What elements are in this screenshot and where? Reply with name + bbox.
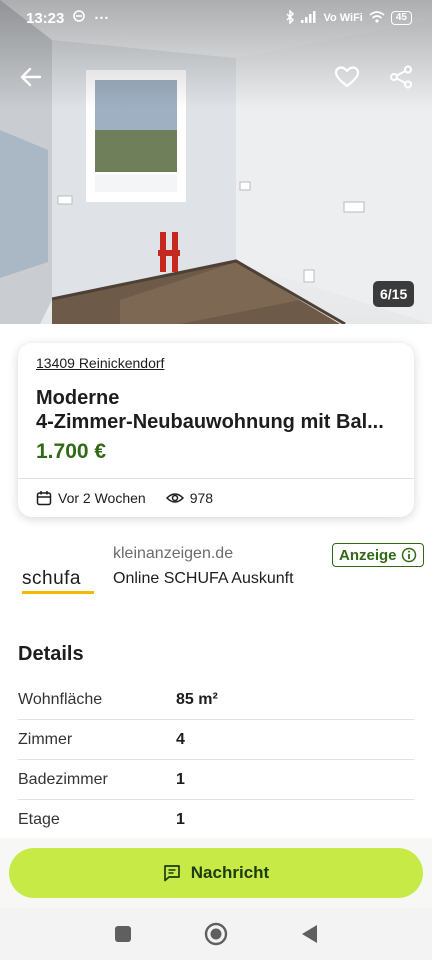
detail-value: 85 m² (176, 690, 218, 708)
message-icon (163, 865, 180, 882)
arrow-left-icon (20, 67, 42, 87)
heart-icon (334, 66, 360, 88)
recents-square-icon[interactable] (114, 925, 132, 943)
info-icon (401, 547, 416, 563)
notification-icon (72, 9, 86, 27)
sponsored-ad[interactable]: schufa kleinanzeigen.de Online SCHUFA Au… (0, 540, 432, 600)
details-table: Wohnfläche 85 m² Zimmer 4 Badezimmer 1 E… (18, 680, 414, 840)
location-link[interactable]: 13409 Reinickendorf (36, 355, 164, 371)
eye-icon (165, 492, 184, 503)
listing-title: Moderne 4-Zimmer-Neubauwohnung mit Bal..… (36, 386, 396, 434)
bottom-action-area: Nachricht (0, 838, 432, 908)
listing-title-line-2: 4-Zimmer-Neubauwohnung mit Bal... (36, 411, 384, 433)
detail-value: 1 (176, 770, 185, 788)
vowifi-label: Vo WiFi (323, 12, 363, 24)
detail-value: 4 (176, 730, 185, 748)
detail-label: Wohnfläche (18, 690, 103, 708)
schufa-logo-bar (22, 591, 94, 594)
detail-label: Etage (18, 810, 60, 828)
posted-date: Vor 2 Wochen (58, 489, 146, 506)
favorite-button[interactable] (330, 60, 364, 94)
view-count: 978 (189, 489, 214, 506)
message-button[interactable]: Nachricht (9, 848, 423, 898)
schufa-logo: schufa (22, 568, 94, 594)
message-button-label: Nachricht (190, 863, 270, 882)
room-photo-illustration (0, 0, 432, 324)
detail-label: Badezimmer (18, 770, 108, 788)
system-nav-bar (0, 908, 432, 960)
battery-indicator: 45 (390, 11, 412, 25)
ad-badge-label: Anzeige (339, 546, 397, 564)
listing-photo[interactable]: 13:23 ··· Vo WiFi 45 6/15 (0, 0, 432, 324)
detail-row: Wohnfläche 85 m² (18, 680, 414, 720)
status-time: 13:23 (26, 9, 65, 27)
status-bar: 13:23 ··· Vo WiFi 45 (0, 0, 432, 36)
detail-label: Zimmer (18, 730, 73, 748)
listing-title-line-1: Moderne (36, 387, 120, 409)
more-notifications: ··· (94, 9, 110, 27)
home-circle-icon[interactable] (204, 922, 228, 946)
calendar-icon (36, 490, 52, 505)
back-triangle-icon[interactable] (300, 924, 318, 944)
listing-card: 13409 Reinickendorf Moderne 4-Zimmer-Neu… (18, 343, 414, 517)
detail-value: 1 (176, 810, 185, 828)
signal-icon (301, 10, 317, 26)
share-button[interactable] (384, 60, 418, 94)
listing-price: 1.700 € (36, 440, 107, 463)
detail-row: Zimmer 4 (18, 720, 414, 760)
ad-domain: kleinanzeigen.de (113, 545, 234, 562)
bluetooth-icon (285, 8, 295, 27)
back-button[interactable] (14, 60, 48, 94)
share-icon (390, 65, 412, 89)
detail-row: Etage 1 (18, 800, 414, 840)
details-heading: Details (18, 643, 84, 665)
wifi-icon (369, 10, 385, 26)
ad-title[interactable]: Online SCHUFA Auskunft (113, 570, 294, 588)
detail-row: Badezimmer 1 (18, 760, 414, 800)
schufa-logo-text: schufa (22, 568, 81, 589)
ad-badge[interactable]: Anzeige (332, 543, 424, 567)
image-counter: 6/15 (373, 281, 415, 307)
